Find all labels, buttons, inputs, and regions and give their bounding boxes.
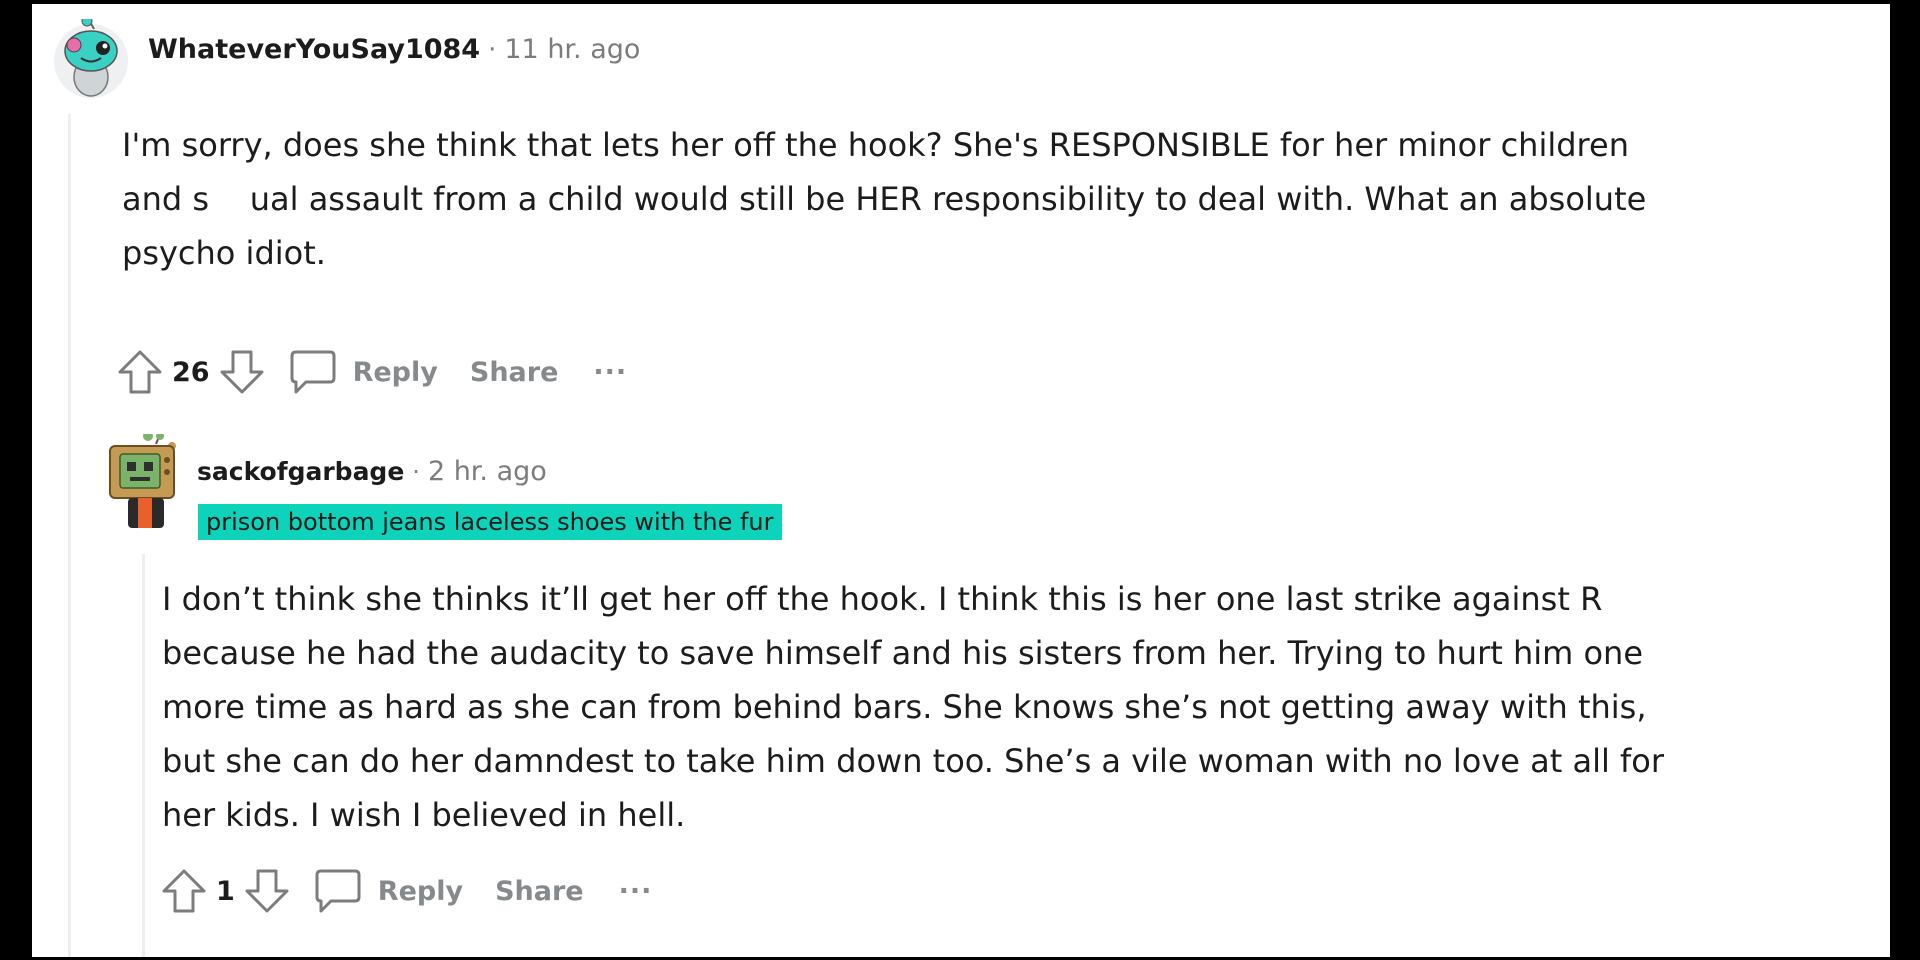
reply-button[interactable]: Reply [288,348,438,396]
timestamp[interactable]: 11 hr. ago [504,34,640,65]
thread-collapse-line[interactable] [68,114,71,957]
comment-actions: 1 Reply Share ··· [160,867,652,915]
comment-text-line: I don’t think she thinks it’ll get her o… [162,580,1603,618]
comment-thread: WhateverYouSay1084 · 11 hr. ago I'm sorr… [32,4,1890,957]
comment-meta: WhateverYouSay1084 · 11 hr. ago [148,34,640,65]
reply-button[interactable]: Reply [313,867,463,915]
more-options-button[interactable]: ··· [593,357,627,388]
comment-text-line: and s ual assault from a child would sti… [122,180,1647,218]
meta-separator: · [412,458,420,486]
comment-text-line: psycho idiot. [122,234,326,272]
meta-separator: · [488,35,497,65]
more-options-button[interactable]: ··· [619,876,653,907]
username-link[interactable]: WhateverYouSay1084 [148,34,480,65]
comment-text-line: more time as hard as she can from behind… [162,688,1647,726]
comment-bubble-icon [288,348,338,396]
comment-text-line: her kids. I wish I believed in hell. [162,796,686,834]
comment-actions: 26 Reply Share ··· [116,348,627,396]
user-avatar[interactable] [52,19,130,99]
timestamp[interactable]: 2 hr. ago [428,456,547,487]
username-link[interactable]: sackofgarbage [197,457,404,486]
downvote-arrow-icon[interactable] [218,348,266,396]
comment-bubble-icon [313,867,363,915]
vote-count: 26 [172,356,210,388]
user-flair: prison bottom jeans laceless shoes with … [198,504,782,540]
thread-collapse-line[interactable] [142,554,145,957]
share-button[interactable]: Share [470,357,559,388]
snoo-avatar-icon [54,19,128,98]
comment-text-line: I'm sorry, does she think that lets her … [122,126,1629,164]
tv-snoo-avatar-icon [109,434,176,528]
share-button[interactable]: Share [495,876,584,907]
comment-meta: sackofgarbage · 2 hr. ago [197,456,547,487]
downvote-arrow-icon[interactable] [243,867,291,915]
upvote-arrow-icon[interactable] [116,348,164,396]
comment-text-line: because he had the audacity to save hims… [162,634,1643,672]
reply-label: Reply [352,356,438,388]
reply-label: Reply [377,875,464,907]
vote-count: 1 [216,875,235,907]
user-avatar[interactable] [108,434,182,532]
upvote-arrow-icon[interactable] [160,867,208,915]
comment-text-line: but she can do her damndest to take him … [162,742,1665,780]
